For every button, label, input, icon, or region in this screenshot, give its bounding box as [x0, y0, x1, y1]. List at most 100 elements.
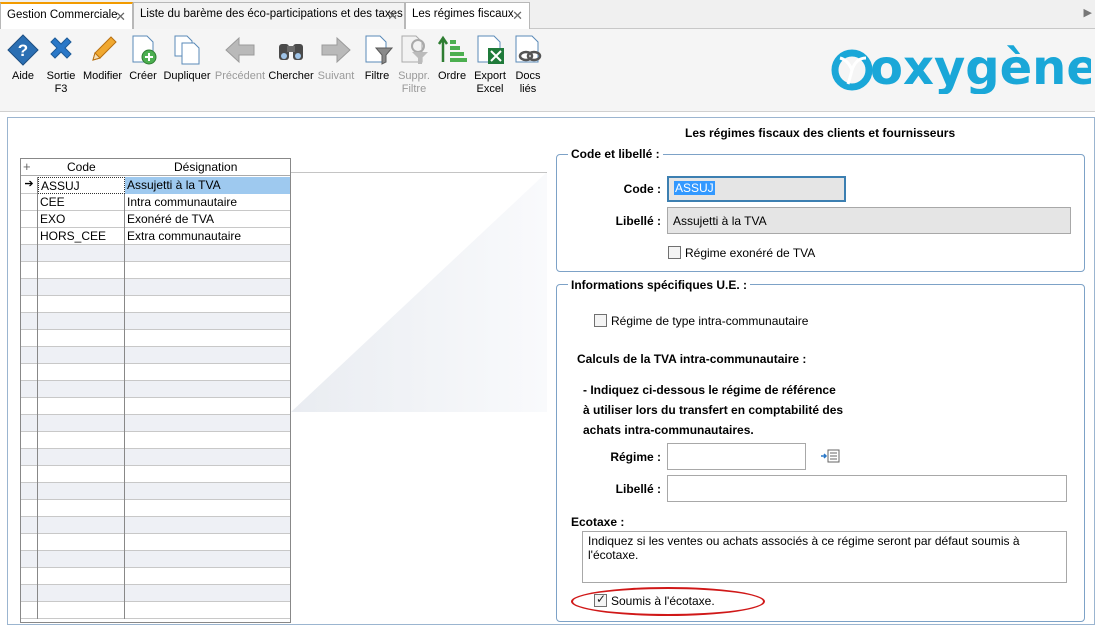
- regime-input[interactable]: [667, 443, 806, 470]
- cell-designation[interactable]: [125, 483, 290, 500]
- cell-designation[interactable]: [125, 296, 290, 313]
- cell-designation[interactable]: [125, 262, 290, 279]
- cell-designation[interactable]: [125, 568, 290, 585]
- add-column-icon[interactable]: +: [23, 159, 31, 174]
- table-row[interactable]: [21, 534, 290, 551]
- col-code-header[interactable]: Code: [67, 160, 96, 174]
- intra-checkbox[interactable]: [594, 314, 607, 327]
- cell-code[interactable]: [38, 313, 125, 330]
- tab-gestion-commerciale[interactable]: Gestion Commerciale ✕: [0, 2, 133, 29]
- cell-designation[interactable]: Exonéré de TVA: [125, 211, 290, 228]
- cell-code[interactable]: [38, 296, 125, 313]
- table-row[interactable]: [21, 568, 290, 585]
- cell-code[interactable]: CEE: [38, 194, 125, 211]
- suivant-button[interactable]: Suivant: [316, 34, 356, 83]
- cell-designation[interactable]: [125, 534, 290, 551]
- cell-code[interactable]: [38, 551, 125, 568]
- cell-code[interactable]: [38, 245, 125, 262]
- sortie-button[interactable]: Sortie F3: [43, 34, 79, 96]
- cell-code[interactable]: [38, 347, 125, 364]
- cell-code[interactable]: [38, 517, 125, 534]
- cell-designation[interactable]: [125, 364, 290, 381]
- cell-designation[interactable]: [125, 245, 290, 262]
- table-row[interactable]: [21, 245, 290, 262]
- table-row[interactable]: [21, 585, 290, 602]
- table-row[interactable]: [21, 330, 290, 347]
- libelle-input[interactable]: Assujetti à la TVA: [667, 207, 1071, 234]
- filtre-button[interactable]: Filtre: [362, 34, 394, 83]
- cell-designation[interactable]: [125, 551, 290, 568]
- cell-code[interactable]: [38, 398, 125, 415]
- cell-designation[interactable]: Intra communautaire: [125, 194, 290, 211]
- table-row[interactable]: [21, 483, 290, 500]
- table-row[interactable]: [21, 500, 290, 517]
- cell-designation[interactable]: Extra communautaire: [125, 228, 290, 245]
- precedent-button[interactable]: Précédent: [214, 34, 266, 83]
- table-row[interactable]: ➔ ASSUJ Assujetti à la TVA: [21, 177, 290, 194]
- close-icon[interactable]: ✕: [115, 9, 126, 25]
- tab-scroll-right-icon[interactable]: ▶: [1084, 6, 1092, 19]
- cell-designation[interactable]: [125, 449, 290, 466]
- lookup-list-icon[interactable]: [820, 449, 840, 463]
- cell-code[interactable]: [38, 330, 125, 347]
- table-row[interactable]: [21, 262, 290, 279]
- table-row[interactable]: [21, 551, 290, 568]
- exonere-checkbox[interactable]: [668, 246, 681, 259]
- cell-designation[interactable]: [125, 517, 290, 534]
- col-designation-header[interactable]: Désignation: [174, 160, 237, 174]
- cell-code[interactable]: [38, 534, 125, 551]
- table-row[interactable]: [21, 466, 290, 483]
- cell-code[interactable]: EXO: [38, 211, 125, 228]
- cell-code[interactable]: [38, 568, 125, 585]
- cell-designation[interactable]: [125, 347, 290, 364]
- tab-bareme-eco[interactable]: Liste du barème des éco-participations e…: [133, 2, 405, 29]
- cell-designation[interactable]: [125, 381, 290, 398]
- cell-designation[interactable]: [125, 602, 290, 619]
- tab-regimes-fiscaux[interactable]: Les régimes fiscaux ✕: [405, 2, 530, 30]
- regimes-grid[interactable]: + Code Désignation ➔ ASSUJ Assujetti à la …: [20, 158, 291, 623]
- code-input[interactable]: ASSUJ: [667, 176, 846, 202]
- table-row[interactable]: [21, 517, 290, 534]
- cell-code[interactable]: [38, 602, 125, 619]
- table-row[interactable]: [21, 415, 290, 432]
- close-icon[interactable]: ✕: [387, 8, 398, 24]
- table-row[interactable]: [21, 296, 290, 313]
- cell-designation[interactable]: [125, 313, 290, 330]
- cell-code[interactable]: [38, 279, 125, 296]
- table-row[interactable]: [21, 313, 290, 330]
- cell-designation[interactable]: [125, 398, 290, 415]
- table-row[interactable]: CEE Intra communautaire: [21, 194, 290, 211]
- docs-lies-button[interactable]: Docs liés: [511, 34, 545, 96]
- aide-button[interactable]: ? Aide: [5, 34, 41, 83]
- cell-code[interactable]: [38, 449, 125, 466]
- cell-code[interactable]: [38, 381, 125, 398]
- ue-libelle-input[interactable]: [667, 475, 1067, 502]
- cell-code[interactable]: [38, 585, 125, 602]
- cell-code[interactable]: ASSUJ: [38, 177, 125, 194]
- table-row[interactable]: [21, 279, 290, 296]
- table-row[interactable]: [21, 449, 290, 466]
- cell-designation[interactable]: [125, 415, 290, 432]
- table-row[interactable]: [21, 381, 290, 398]
- chercher-button[interactable]: Chercher: [268, 34, 314, 83]
- dupliquer-button[interactable]: Dupliquer: [163, 34, 211, 83]
- cell-designation[interactable]: Assujetti à la TVA: [125, 177, 290, 194]
- close-icon[interactable]: ✕: [512, 8, 523, 24]
- cell-code[interactable]: [38, 262, 125, 279]
- cell-code[interactable]: [38, 500, 125, 517]
- table-row[interactable]: [21, 432, 290, 449]
- creer-button[interactable]: Créer: [126, 34, 160, 83]
- cell-code[interactable]: [38, 466, 125, 483]
- export-excel-button[interactable]: Export Excel: [472, 34, 508, 96]
- cell-code[interactable]: HORS_CEE: [38, 228, 125, 245]
- table-row[interactable]: EXO Exonéré de TVA: [21, 211, 290, 228]
- cell-designation[interactable]: [125, 500, 290, 517]
- cell-designation[interactable]: [125, 432, 290, 449]
- table-row[interactable]: HORS_CEE Extra communautaire: [21, 228, 290, 245]
- table-row[interactable]: [21, 347, 290, 364]
- cell-designation[interactable]: [125, 279, 290, 296]
- table-row[interactable]: [21, 364, 290, 381]
- cell-designation[interactable]: [125, 330, 290, 347]
- ordre-button[interactable]: Ordre: [436, 34, 468, 83]
- cell-code[interactable]: [38, 483, 125, 500]
